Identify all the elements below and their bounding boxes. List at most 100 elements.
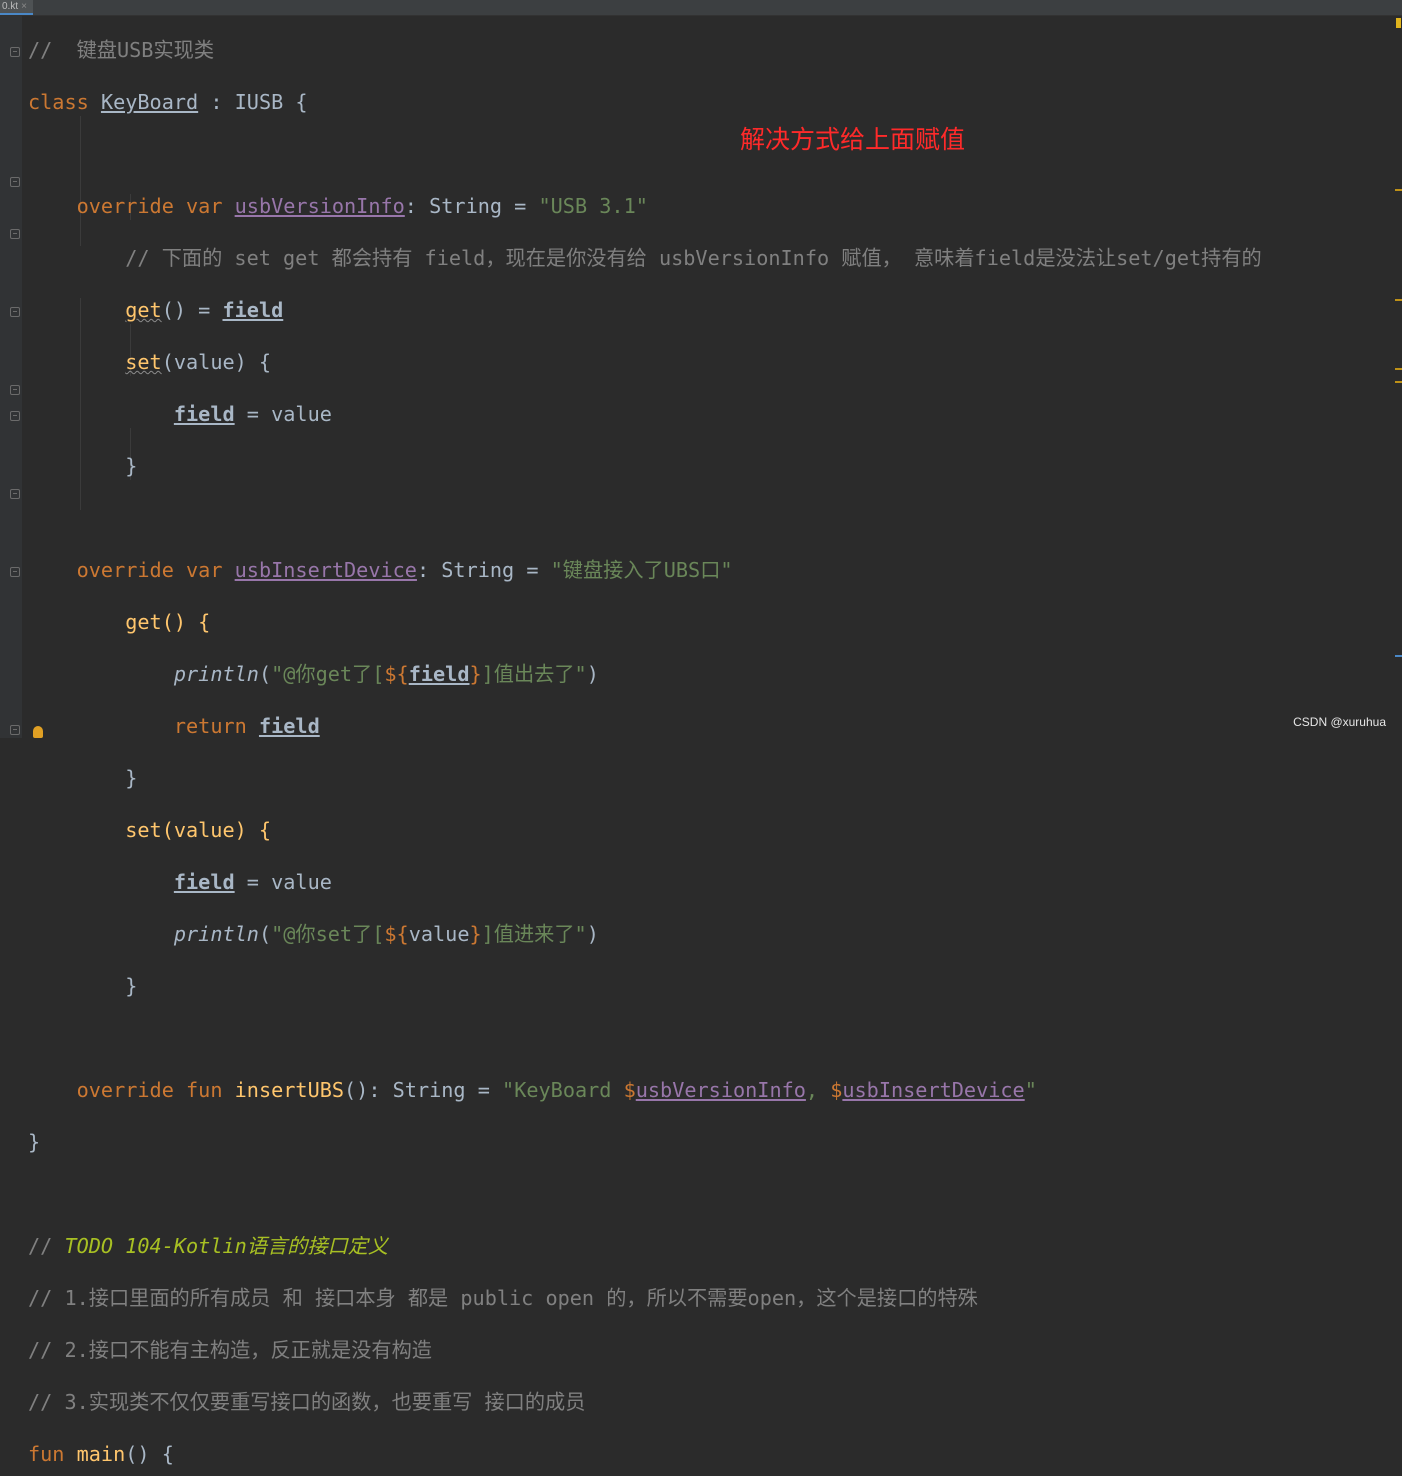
fold-marker-icon[interactable]	[10, 229, 20, 239]
scrollbar-marker[interactable]	[1395, 299, 1402, 301]
code-text: = value	[234, 402, 332, 426]
red-annotation-text: 解决方式给上面赋值	[740, 125, 966, 154]
field-keyword: field	[173, 870, 235, 894]
template-dollar: $	[830, 1078, 843, 1102]
class-name: KeyBoard	[100, 90, 199, 114]
code-line: println("@你get了[${field}]值出去了")	[28, 661, 1262, 687]
scrollbar-marker[interactable]	[1395, 189, 1402, 191]
fold-marker-icon[interactable]	[10, 177, 20, 187]
field-keyword: field	[222, 298, 284, 322]
fold-marker-icon[interactable]	[10, 307, 20, 317]
code-line: // 键盘USB实现类	[28, 37, 1262, 63]
getter-keyword: get	[125, 298, 162, 322]
string-literal: ,	[805, 1078, 831, 1102]
setter-keyword: set	[125, 350, 162, 374]
code-line: }	[28, 453, 1262, 479]
property-name: usbInsertDevice	[234, 558, 417, 582]
string-literal: "KeyBoard	[502, 1078, 624, 1102]
function-name: main	[76, 1442, 126, 1466]
code-text: : String =	[404, 194, 539, 218]
function-call: println	[173, 922, 259, 946]
code-text: }	[125, 974, 138, 998]
code-text: }	[125, 766, 138, 790]
property-name: usbInsertDevice	[842, 1078, 1025, 1102]
code-text: = value	[234, 870, 332, 894]
fold-marker-icon[interactable]	[10, 567, 20, 577]
code-line: }	[28, 765, 1262, 791]
code-text: )	[586, 922, 599, 946]
template-value: value	[408, 922, 470, 946]
code-line: field = value	[28, 401, 1262, 427]
fold-marker-icon[interactable]	[10, 411, 20, 421]
close-tab-icon[interactable]: ×	[21, 1, 27, 12]
code-line: set(value) {	[28, 817, 1262, 843]
inspection-status-icon[interactable]	[1396, 18, 1401, 28]
code-line: override var usbInsertDevice: String = "…	[28, 557, 1262, 583]
comment: //	[28, 1234, 65, 1258]
setter-line: set(value) {	[125, 818, 272, 842]
code-line: set(value) {	[28, 349, 1262, 375]
fold-marker-icon[interactable]	[10, 385, 20, 395]
code-text: (	[258, 922, 272, 946]
template-brace: ${	[384, 922, 409, 946]
template-brace: ${	[384, 662, 409, 686]
field-keyword: field	[258, 714, 320, 738]
string-literal: ]值出去了"	[481, 662, 587, 686]
code-text: }	[125, 454, 138, 478]
template-brace: }	[469, 922, 482, 946]
code-text: (	[258, 662, 272, 686]
code-line: return field	[28, 713, 1262, 739]
code-text: }	[28, 1130, 41, 1154]
comment: // 2.接口不能有主构造，反正就是没有构造	[28, 1338, 432, 1362]
todo-comment: TODO 104-Kotlin语言的接口定义	[64, 1234, 389, 1258]
lightbulb-icon[interactable]	[33, 726, 43, 738]
code-text: : IUSB {	[198, 90, 308, 114]
function-call: println	[173, 662, 259, 686]
scrollbar-marker[interactable]	[1395, 381, 1402, 383]
editor-gutter	[0, 16, 22, 738]
code-line: }	[28, 1129, 1262, 1155]
code-text: (): String =	[344, 1078, 503, 1102]
fold-marker-icon[interactable]	[10, 47, 20, 57]
scrollbar-marker[interactable]	[1395, 655, 1402, 657]
code-line: // 1.接口里面的所有成员 和 接口本身 都是 public open 的，所…	[28, 1285, 1262, 1311]
string-literal: "@你get了[	[271, 662, 385, 686]
code-editor[interactable]: // 键盘USB实现类 class KeyBoard : IUSB { over…	[28, 11, 1262, 1476]
comment: // 3.实现类不仅仅要重写接口的函数，也要重写 接口的成员	[28, 1390, 586, 1414]
field-keyword: field	[408, 662, 470, 686]
code-text: (value) {	[161, 350, 272, 374]
fold-marker-icon[interactable]	[10, 725, 20, 735]
code-line: fun main() {	[28, 1441, 1262, 1467]
string-literal: "USB 3.1"	[538, 194, 648, 218]
code-line: class KeyBoard : IUSB {	[28, 89, 1262, 115]
code-line: field = value	[28, 869, 1262, 895]
property-name: usbVersionInfo	[635, 1078, 806, 1102]
template-dollar: $	[623, 1078, 636, 1102]
code-text: () =	[161, 298, 223, 322]
getter-line: get() {	[125, 610, 211, 634]
code-line: // 3.实现类不仅仅要重写接口的函数，也要重写 接口的成员	[28, 1389, 1262, 1415]
keyword: override var	[76, 194, 223, 218]
property-name: usbVersionInfo	[234, 194, 405, 218]
keyword: class	[28, 90, 89, 114]
keyword: fun	[28, 1442, 65, 1466]
code-line: get() = field	[28, 297, 1262, 323]
field-keyword: field	[173, 402, 235, 426]
code-line: }	[28, 973, 1262, 999]
template-brace: }	[469, 662, 482, 686]
function-name: insertUBS	[234, 1078, 345, 1102]
string-literal: "键盘接入了UBS口"	[550, 558, 733, 582]
code-line: override var usbVersionInfo: String = "U…	[28, 193, 1262, 219]
fold-marker-icon[interactable]	[10, 489, 20, 499]
string-literal: "	[1024, 1078, 1037, 1102]
code-text: () {	[125, 1442, 174, 1466]
code-line: // 下面的 set get 都会持有 field，现在是你没有给 usbVer…	[28, 245, 1262, 271]
keyword: override var	[76, 558, 223, 582]
code-line: println("@你set了[${value}]值进来了")	[28, 921, 1262, 947]
scrollbar-marker[interactable]	[1395, 368, 1402, 370]
string-literal: "@你set了[	[271, 922, 385, 946]
